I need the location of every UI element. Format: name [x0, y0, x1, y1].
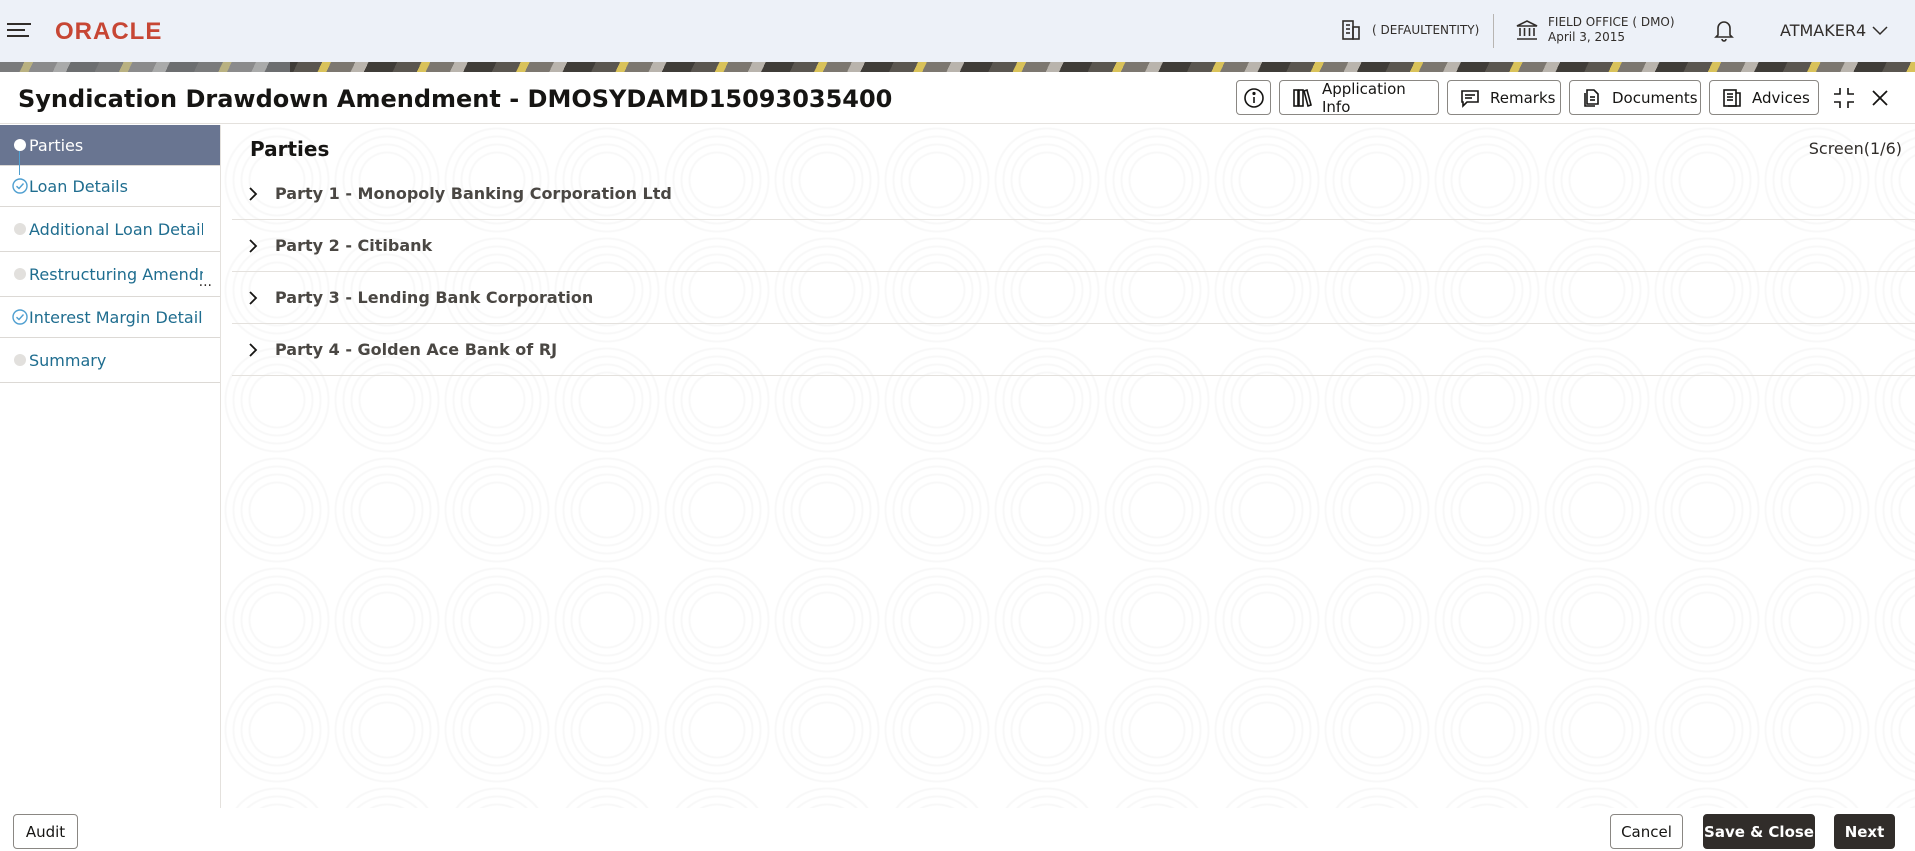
audit-button[interactable]: Audit [13, 814, 78, 849]
window-header: Syndication Drawdown Amendment - DMOSYDA… [0, 72, 1915, 124]
branch-selector[interactable]: FIELD OFFICE ( DMO) April 3, 2015 [1515, 15, 1675, 45]
documents-icon [1584, 88, 1599, 107]
parties-panel: Parties Screen(1/6) Party 1 - Monopoly B… [222, 125, 1915, 808]
save-close-button[interactable]: Save & Close [1703, 814, 1815, 849]
remarks-button[interactable]: Remarks [1447, 80, 1561, 115]
info-button[interactable] [1236, 80, 1271, 115]
app-header: ORACLE ( DEFAULTENTITY) FIELD OFFICE ( D… [0, 0, 1915, 62]
info-icon [1243, 87, 1264, 108]
office-date: April 3, 2015 [1548, 30, 1626, 44]
user-menu[interactable]: ATMAKER4 [1780, 21, 1888, 40]
step-additional-loan-details[interactable]: Additional Loan Details [0, 207, 220, 252]
party-list: Party 1 - Monopoly Banking Corporation L… [232, 168, 1915, 376]
party-label: Party 2 - Citibank [275, 236, 433, 255]
hamburger-menu-icon[interactable] [7, 19, 31, 43]
party-label: Party 4 - Golden Ace Bank of RJ [275, 340, 558, 359]
bank-icon [1516, 20, 1538, 40]
step-label: Summary [29, 350, 107, 370]
pending-step-dot-icon [14, 268, 26, 280]
chevron-down-icon [1872, 25, 1888, 35]
truncation-ellipsis: ... [198, 274, 212, 290]
close-icon[interactable] [1869, 87, 1891, 109]
party-label: Party 1 - Monopoly Banking Corporation L… [275, 184, 672, 203]
window-footer: Audit Cancel Save & Close Next [0, 808, 1915, 851]
user-name: ATMAKER4 [1780, 21, 1867, 40]
notification-bell-icon[interactable] [1713, 18, 1735, 42]
entity-selector[interactable]: ( DEFAULTENTITY) [1340, 19, 1479, 41]
advices-label: Advices [1752, 88, 1810, 107]
check-circle-icon [12, 309, 28, 325]
step-label: Restructuring Amendm [29, 264, 203, 284]
building-icon [1342, 20, 1360, 40]
pending-step-dot-icon [14, 223, 26, 235]
chevron-right-icon [249, 342, 258, 357]
chevron-right-icon [249, 290, 258, 305]
party-label: Party 3 - Lending Bank Corporation [275, 288, 594, 307]
books-icon [1293, 88, 1312, 107]
step-loan-details[interactable]: Loan Details [0, 166, 220, 207]
party-row[interactable]: Party 1 - Monopoly Banking Corporation L… [232, 168, 1915, 220]
step-label: Additional Loan Details [29, 219, 203, 239]
next-button[interactable]: Next [1834, 814, 1895, 849]
window-title: Syndication Drawdown Amendment - DMOSYDA… [18, 85, 893, 113]
remarks-label: Remarks [1490, 88, 1556, 107]
documents-label: Documents [1612, 88, 1698, 107]
step-summary[interactable]: Summary [0, 338, 220, 383]
documents-button[interactable]: Documents [1569, 80, 1701, 115]
chevron-right-icon [249, 238, 258, 253]
step-interest-margin-details[interactable]: Interest Margin Details [0, 297, 220, 338]
check-circle-icon [12, 178, 28, 194]
step-label: Interest Margin Details [29, 307, 203, 327]
step-label: Loan Details [29, 176, 128, 196]
party-row[interactable]: Party 3 - Lending Bank Corporation [232, 272, 1915, 324]
application-info-button[interactable]: Application Info [1279, 79, 1439, 116]
application-info-label: Application Info [1322, 79, 1406, 116]
step-restructuring-amendment[interactable]: Restructuring Amendm ... [0, 252, 220, 297]
active-step-dot-icon [14, 139, 26, 151]
header-divider [1493, 14, 1494, 48]
collapse-icon[interactable] [1833, 87, 1855, 109]
train-stop-navigation: Parties Loan Details Additional Loan Det… [0, 125, 221, 808]
comment-icon [1461, 89, 1479, 108]
office-name: FIELD OFFICE ( DMO) [1548, 15, 1675, 29]
task-window: Syndication Drawdown Amendment - DMOSYDA… [0, 72, 1915, 851]
party-row[interactable]: Party 4 - Golden Ace Bank of RJ [232, 324, 1915, 376]
screen-indicator: Screen(1/6) [1808, 139, 1902, 158]
train-connector [19, 151, 20, 175]
party-row[interactable]: Party 2 - Citibank [232, 220, 1915, 272]
step-parties[interactable]: Parties [0, 125, 220, 166]
pending-step-dot-icon [14, 354, 26, 366]
section-title: Parties [250, 137, 330, 161]
oracle-logo: ORACLE [55, 18, 163, 45]
advice-document-icon [1723, 88, 1741, 107]
chevron-right-icon [249, 186, 258, 201]
entity-label: ( DEFAULTENTITY) [1372, 23, 1480, 37]
advices-button[interactable]: Advices [1709, 80, 1819, 115]
step-label: Parties [29, 135, 84, 155]
cancel-button[interactable]: Cancel [1610, 814, 1683, 849]
decorative-banner [0, 62, 1915, 72]
